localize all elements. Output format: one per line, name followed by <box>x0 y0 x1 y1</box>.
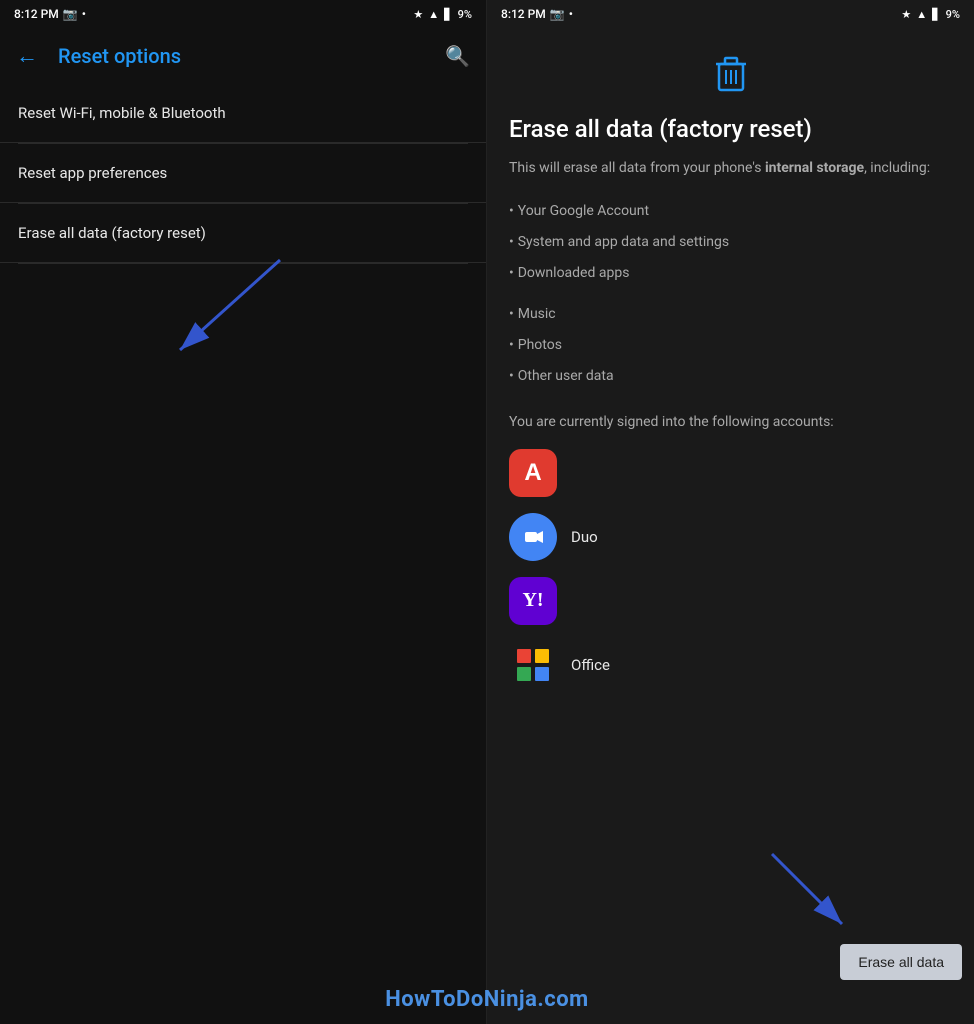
yahoo-icon: Y! <box>509 577 557 625</box>
bullet-item-5: Other user data <box>509 361 952 392</box>
right-signal-icon: ▋ <box>932 8 940 21</box>
bullet-item-0: Your Google Account <box>509 196 952 227</box>
left-battery: 9% <box>458 8 472 21</box>
left-wifi-icon: ▲ <box>428 8 439 21</box>
left-status-right: ★ ▲ ▋ 9% <box>413 8 472 21</box>
right-wifi-icon: ▲ <box>916 8 927 21</box>
erase-title: Erase all data (factory reset) <box>509 114 952 145</box>
erase-description: This will erase all data from your phone… <box>509 157 952 179</box>
back-button[interactable]: ← <box>8 35 46 77</box>
left-toolbar: ← Reset options 🔍 <box>0 28 486 84</box>
erase-all-button[interactable]: Erase all data <box>840 944 962 980</box>
right-battery: 9% <box>946 8 960 21</box>
left-dot: • <box>82 7 86 21</box>
menu-list: Reset Wi-Fi, mobile & Bluetooth Reset ap… <box>0 84 486 1024</box>
erase-button-container: Erase all data <box>840 944 962 980</box>
bullet-list-2: Music Photos Other user data <box>509 299 952 392</box>
account-row-yahoo: Y! <box>509 577 952 625</box>
bullet-item-4: Photos <box>509 330 952 361</box>
left-cam-icon: 📷 <box>63 7 78 21</box>
bullet-item-1: System and app data and settings <box>509 227 952 258</box>
account-row-office: Office <box>509 641 952 689</box>
divider-3 <box>18 263 468 264</box>
right-content-wrapper: Erase all data (factory reset) This will… <box>487 28 974 1024</box>
left-signal-icon: ▋ <box>444 8 452 21</box>
trash-icon-container <box>509 56 952 100</box>
account-row-adobe: A <box>509 449 952 497</box>
left-time: 8:12 PM <box>14 7 59 21</box>
bullet-list: Your Google Account System and app data … <box>509 196 952 289</box>
bullet-item-2: Downloaded apps <box>509 258 952 289</box>
right-status-right: ★ ▲ ▋ 9% <box>901 8 960 21</box>
duo-icon <box>509 513 557 561</box>
left-status-left: 8:12 PM 📷 • <box>14 7 86 21</box>
left-screen: 8:12 PM 📷 • ★ ▲ ▋ 9% ← Reset options 🔍 R… <box>0 0 487 1024</box>
desc-suffix: , including: <box>864 160 930 176</box>
right-time: 8:12 PM <box>501 7 546 21</box>
desc-prefix: This will erase all data from your phone… <box>509 160 765 176</box>
left-status-bar: 8:12 PM 📷 • ★ ▲ ▋ 9% <box>0 0 486 28</box>
toolbar-title: Reset options <box>58 44 425 68</box>
accounts-text: You are currently signed into the follow… <box>509 412 952 433</box>
office-label: Office <box>571 656 610 674</box>
watermark: HowToDoNinja.com <box>0 987 974 1012</box>
right-status-bar: 8:12 PM 📷 • ★ ▲ ▋ 9% <box>487 0 974 28</box>
right-scroll-content: Erase all data (factory reset) This will… <box>487 28 974 1024</box>
right-bluetooth-icon: ★ <box>901 8 911 21</box>
desc-bold: internal storage <box>765 160 864 176</box>
duo-label: Duo <box>571 528 598 546</box>
annotation-arrow-right <box>742 844 862 944</box>
left-bluetooth-icon: ★ <box>413 8 423 21</box>
bullet-item-3: Music <box>509 299 952 330</box>
right-dot: • <box>569 7 573 21</box>
office-icon <box>509 641 557 689</box>
right-status-left: 8:12 PM 📷 • <box>501 7 573 21</box>
trash-icon <box>715 56 747 100</box>
menu-item-app-prefs[interactable]: Reset app preferences <box>0 144 486 203</box>
adobe-icon: A <box>509 449 557 497</box>
menu-item-factory-reset[interactable]: Erase all data (factory reset) <box>0 204 486 263</box>
account-row-duo: Duo <box>509 513 952 561</box>
menu-item-wifi[interactable]: Reset Wi-Fi, mobile & Bluetooth <box>0 84 486 143</box>
right-screen: 8:12 PM 📷 • ★ ▲ ▋ 9% <box>487 0 974 1024</box>
search-button[interactable]: 🔍 <box>437 36 478 76</box>
right-cam-icon: 📷 <box>550 7 565 21</box>
